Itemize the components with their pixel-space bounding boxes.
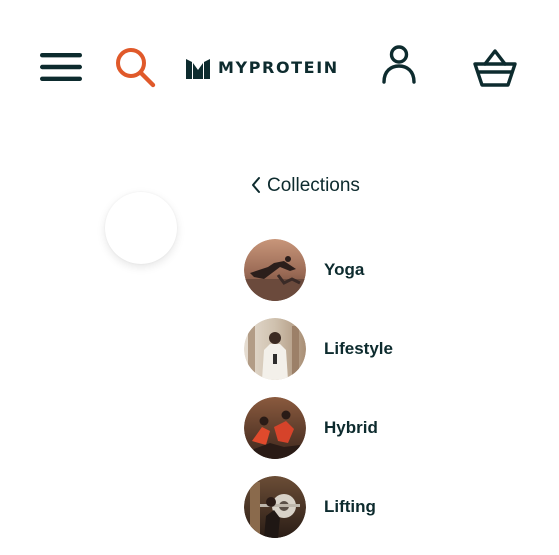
lifestyle-collection-image <box>244 318 306 380</box>
collection-item-yoga[interactable]: Yoga <box>244 238 534 302</box>
myprotein-logo-icon <box>186 59 210 79</box>
search-button[interactable] <box>112 44 160 92</box>
hamburger-menu-icon <box>40 53 82 81</box>
menu-button[interactable] <box>36 46 86 88</box>
page: MYPROTEIN Collections Yoga Lifestyle Hyb… <box>0 0 559 555</box>
brand-name: MYPROTEIN <box>218 58 339 77</box>
basket-button[interactable] <box>470 44 520 92</box>
back-to-collections-link[interactable]: Collections <box>250 172 360 198</box>
hybrid-collection-image <box>244 397 306 459</box>
search-icon <box>116 48 156 88</box>
shopping-basket-icon <box>473 49 517 87</box>
collection-label: Lifting <box>324 497 376 516</box>
collection-item-hybrid[interactable]: Hybrid <box>244 396 534 460</box>
collection-item-lifting[interactable]: Lifting <box>244 475 534 539</box>
yoga-collection-image <box>244 239 306 301</box>
account-button[interactable] <box>376 42 422 88</box>
collection-label: Hybrid <box>324 418 378 437</box>
collection-item-lifestyle[interactable]: Lifestyle <box>244 317 534 381</box>
user-account-icon <box>382 45 416 84</box>
collection-label: Lifestyle <box>324 339 393 358</box>
site-header: MYPROTEIN <box>0 0 559 130</box>
collection-label: Yoga <box>324 260 365 279</box>
back-link-label: Collections <box>267 174 360 196</box>
lifting-collection-image <box>244 476 306 538</box>
loading-spinner <box>105 192 177 264</box>
chevron-left-icon <box>252 177 260 193</box>
brand-logo[interactable]: MYPROTEIN <box>186 56 339 80</box>
